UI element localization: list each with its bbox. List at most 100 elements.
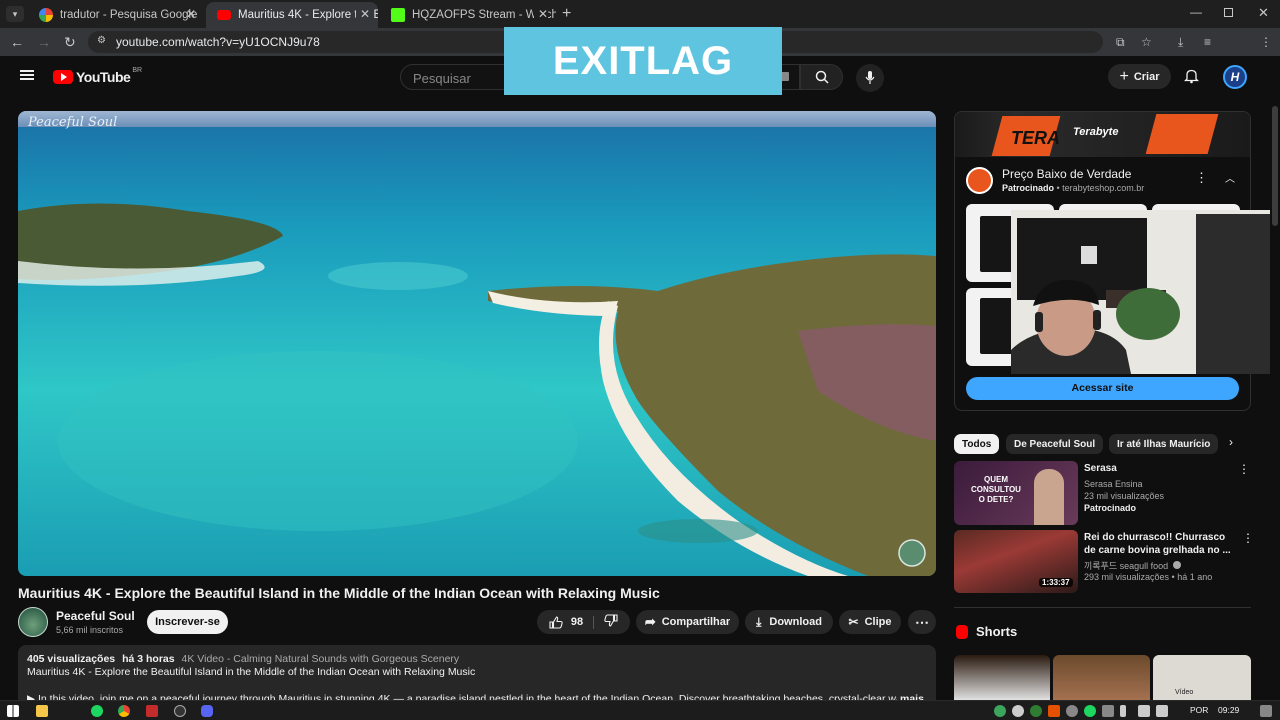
share-label: Compartilhar xyxy=(661,616,731,628)
shorts-thumbnail[interactable] xyxy=(1053,655,1150,700)
share-button[interactable]: ➦ Compartilhar xyxy=(636,610,739,634)
close-window-button[interactable]: ✕ xyxy=(1258,5,1269,21)
scrollbar-thumb[interactable] xyxy=(1272,106,1278,226)
discord-icon[interactable] xyxy=(201,705,213,717)
ad-domain: terabyteshop.com.br xyxy=(1062,183,1145,193)
notifications-bell-icon[interactable] xyxy=(1183,68,1200,89)
related-channel: 끼록푸드 seagull food xyxy=(1084,559,1181,572)
related-thumbnail[interactable]: QUEM CONSULTOU O DETE? xyxy=(954,461,1078,525)
chip-ilhas-mauricio[interactable]: Ir até Ilhas Maurício xyxy=(1109,434,1218,454)
forward-icon[interactable]: → xyxy=(37,34,51,50)
dislike-button[interactable] xyxy=(594,614,618,630)
upload-age: há 3 horas xyxy=(122,653,175,665)
create-button[interactable]: + Criar xyxy=(1108,64,1171,89)
bookmark-star-icon[interactable]: ☆ xyxy=(1141,35,1152,49)
tray-app-icon[interactable] xyxy=(1048,705,1060,717)
close-icon[interactable]: ✕ xyxy=(186,7,196,21)
ad-sponsor-line: Patrocinado • terabyteshop.com.br xyxy=(1002,183,1145,193)
windows-start-icon[interactable] xyxy=(7,705,19,717)
obs-icon[interactable] xyxy=(174,705,186,717)
tray-app-icon[interactable] xyxy=(1030,705,1042,717)
tray-spotify-icon[interactable] xyxy=(1084,705,1096,717)
view-count: 405 visualizações xyxy=(27,653,116,665)
site-info-icon[interactable]: ⚙ xyxy=(97,35,106,46)
ad-menu-icon[interactable]: ⋮ xyxy=(1195,170,1208,186)
shorts-thumbnail[interactable]: Vídeo xyxy=(1153,655,1251,700)
microphone-icon xyxy=(865,71,875,84)
related-channel: Serasa Ensina xyxy=(1084,479,1143,489)
related-title[interactable]: Rei do churrasco!! Churrasco de carne bo… xyxy=(1084,531,1234,557)
microphone-tray-icon[interactable] xyxy=(1120,705,1126,717)
tab-mauritius[interactable]: Mauritius 4K - Explore the Beau ✕ xyxy=(206,2,378,28)
channel-avatar[interactable] xyxy=(18,607,48,637)
download-icon: ⤓ xyxy=(756,614,762,629)
exitlag-brand: EXITLAG xyxy=(552,38,734,83)
tray-app-icon[interactable] xyxy=(1066,705,1078,717)
related-title[interactable]: Serasa xyxy=(1084,462,1117,475)
ad-collapse-icon[interactable]: ︿ xyxy=(1225,170,1235,185)
close-icon[interactable]: ✕ xyxy=(355,7,370,21)
like-button[interactable]: 98 xyxy=(549,615,595,629)
download-button[interactable]: ⤓ Download xyxy=(745,610,833,634)
page-scrollbar[interactable] xyxy=(1270,98,1280,700)
input-language[interactable]: POR xyxy=(1190,705,1208,715)
file-explorer-icon[interactable] xyxy=(36,705,48,717)
maximize-button[interactable] xyxy=(1224,8,1233,17)
tab-search-dropdown[interactable]: ▾ xyxy=(6,6,24,22)
minimize-button[interactable]: — xyxy=(1190,5,1202,19)
more-actions-button[interactable]: ⋯ xyxy=(908,610,936,634)
ad-cta-button[interactable]: Acessar site xyxy=(966,377,1239,400)
related-thumbnail[interactable]: 1:33:37 xyxy=(954,530,1078,593)
youtube-logo[interactable]: YouTube BR xyxy=(53,67,142,85)
tab-kick-stream[interactable]: HQZAOFPS Stream - Watch Live ✕ xyxy=(380,2,556,28)
video-player[interactable]: Peaceful Soul xyxy=(18,111,936,576)
description-line: Mauritius 4K - Explore the Beautiful Isl… xyxy=(27,666,476,678)
ad-brand-left: TERA xyxy=(1011,128,1060,148)
account-avatar[interactable]: H xyxy=(1223,65,1247,89)
ad-banner-orange-right xyxy=(1145,114,1219,154)
download-icon[interactable]: ⤓ xyxy=(1178,35,1183,50)
network-icon[interactable] xyxy=(1138,705,1150,717)
channel-name[interactable]: Peaceful Soul xyxy=(56,609,135,623)
description-box[interactable]: 405 visualizações há 3 horas 4K Video - … xyxy=(18,645,936,707)
youtube-icon xyxy=(217,10,231,20)
search-button[interactable] xyxy=(800,64,843,90)
related-menu-icon[interactable]: ⋮ xyxy=(1242,531,1254,545)
verified-icon xyxy=(1172,561,1181,569)
channel-watermark: Peaceful Soul xyxy=(28,115,118,130)
subscribe-button[interactable]: Inscrever-se xyxy=(147,610,228,634)
download-label: Download xyxy=(769,616,822,628)
notification-center-icon[interactable] xyxy=(1260,705,1272,717)
tray-app-icon[interactable] xyxy=(1102,705,1114,717)
webcam-streamer-image xyxy=(1011,210,1280,374)
tray-app-icon[interactable] xyxy=(1012,705,1024,717)
scissors-icon: ✂ xyxy=(848,615,859,629)
spotify-icon[interactable] xyxy=(91,705,103,717)
chrome-icon[interactable] xyxy=(118,705,130,717)
tab-tradutor[interactable]: tradutor - Pesquisa Google ✕ xyxy=(28,2,204,28)
menu-kebab-icon[interactable]: ⋮ xyxy=(1260,35,1272,49)
duration-badge: 1:33:37 xyxy=(1039,578,1073,587)
chip-de-peaceful-soul[interactable]: De Peaceful Soul xyxy=(1006,434,1104,454)
clock[interactable]: 09:29 xyxy=(1218,705,1239,715)
hamburger-menu-icon[interactable] xyxy=(20,70,34,80)
reload-icon[interactable]: ↻ xyxy=(64,34,76,51)
windows-taskbar: POR 09:29 xyxy=(0,700,1280,720)
install-app-icon[interactable]: ⧉ xyxy=(1116,35,1125,50)
news-app-icon[interactable] xyxy=(146,705,158,717)
clip-button[interactable]: ✂ Clipe xyxy=(839,610,901,634)
back-icon[interactable]: ← xyxy=(10,34,24,50)
related-menu-icon[interactable]: ⋮ xyxy=(1238,462,1250,476)
new-tab-button[interactable]: + xyxy=(562,5,571,23)
volume-icon[interactable] xyxy=(1156,705,1168,717)
subscriber-count: 5,66 mil inscritos xyxy=(56,625,124,635)
tray-app-icon[interactable] xyxy=(994,705,1006,717)
terabyte-logo: Terabyte xyxy=(1073,126,1119,138)
chevron-right-icon[interactable]: › xyxy=(1229,435,1233,449)
shorts-thumbnail[interactable] xyxy=(954,655,1050,700)
chip-todos[interactable]: Todos xyxy=(954,434,1000,454)
media-control-icon[interactable]: ≡ xyxy=(1204,35,1211,49)
close-icon[interactable]: ✕ xyxy=(533,7,548,21)
voice-search-button[interactable] xyxy=(856,64,884,92)
search-icon xyxy=(815,70,829,84)
